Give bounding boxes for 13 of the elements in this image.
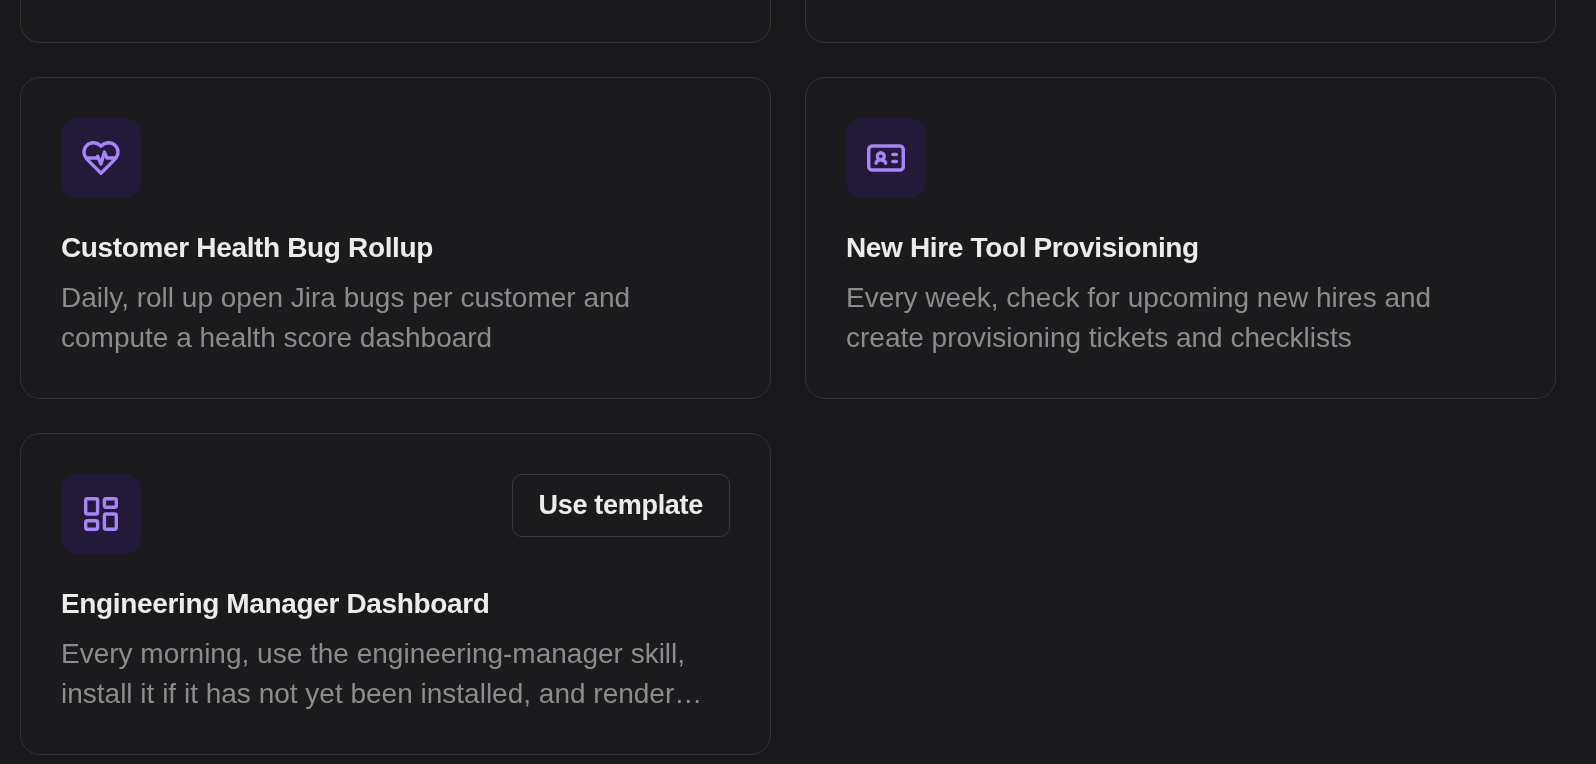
template-card[interactable]: New Hire Tool Provisioning Every week, check for upcoming new hires and create provisioning tickets and checklists <box>805 77 1556 399</box>
id-card-icon <box>846 118 926 198</box>
card-description: Daily, roll up open Jira bugs per customer and compute a health score dashboard <box>61 281 632 355</box>
card-title: Customer Health Bug Rollup <box>61 231 435 265</box>
card-description: Every morning, use the engineering-manager skill, install it if it has not yet been installed, and render… <box>61 637 704 711</box>
dashboard-layout-icon <box>61 474 141 554</box>
card-title: Engineering Manager Dashboard <box>61 587 491 621</box>
template-card[interactable]: Use template Engineering Manager Dashboard Every morning, use the engineering-manager skill, install it if it has not yet been installed, and render… <box>20 433 771 755</box>
use-template-button[interactable]: Use template <box>511 474 730 537</box>
card-title: New Hire Tool Provisioning <box>846 231 1200 265</box>
template-card[interactable]: Customer Health Bug Rollup Daily, roll up open Jira bugs per customer and compute a health score dashboard <box>20 77 771 399</box>
card-description: Every week, check for upcoming new hires and create provisioning tickets and checklists <box>846 281 1433 355</box>
heart-pulse-icon <box>61 118 141 198</box>
